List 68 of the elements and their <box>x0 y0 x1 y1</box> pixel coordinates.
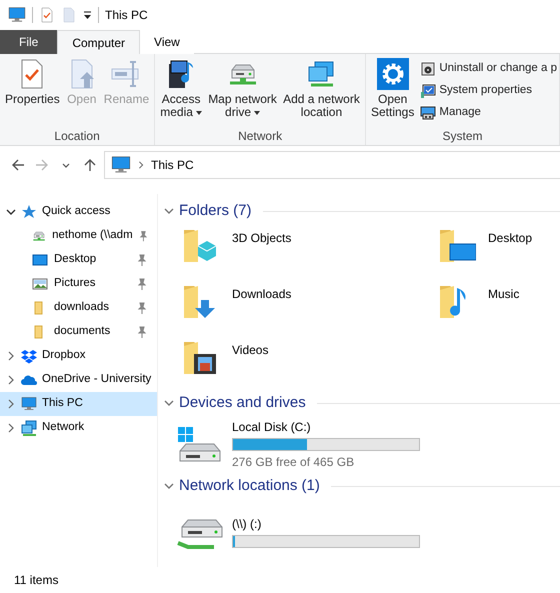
chevron-icon <box>137 160 145 170</box>
image-icon <box>32 276 48 292</box>
drive-item[interactable]: Local Disk (C:) 276 GB free of 465 GB <box>164 414 560 475</box>
folder-item[interactable]: Music <box>436 278 560 334</box>
sidebar-item[interactable]: Quick access <box>0 200 157 224</box>
up-arrow-icon <box>83 158 97 172</box>
file-menu-button[interactable]: File <box>0 30 58 54</box>
computer-icon <box>21 396 37 412</box>
section-header[interactable]: Network locations (1) <box>164 475 560 497</box>
folder-item[interactable]: Downloads <box>180 278 436 334</box>
ribbon-button[interactable]: Map network drive <box>205 58 280 127</box>
network-icon <box>21 420 37 436</box>
sidebar-item[interactable]: Dropbox <box>0 344 157 368</box>
expand-chevron-icon <box>6 351 16 361</box>
expand-chevron-icon <box>6 375 16 385</box>
box-icon <box>21 348 37 364</box>
ribbon-button[interactable]: Open Settings <box>368 58 418 127</box>
forward-arrow-icon <box>35 158 49 172</box>
pin-icon <box>137 302 147 314</box>
customize-dropdown-icon <box>83 10 92 20</box>
sidebar-item[interactable]: nethome (\\adm <box>0 224 157 248</box>
pin-icon <box>137 254 147 266</box>
collapse-chevron-icon <box>164 398 174 408</box>
document-check-icon <box>39 7 55 23</box>
ribbon-button[interactable]: Properties <box>2 58 63 127</box>
sidebar-item[interactable]: Desktop <box>0 248 157 272</box>
computer-icon <box>8 6 26 24</box>
status-text: 11 items <box>14 572 58 589</box>
star-icon <box>21 204 37 220</box>
ribbon-button[interactable]: Access media <box>157 58 205 127</box>
collapse-chevron-icon <box>6 207 16 217</box>
group-label: Location <box>53 128 101 143</box>
folder-item[interactable]: 3D Objects <box>180 222 436 278</box>
ribbon-tab[interactable]: Computer <box>57 30 140 55</box>
sidebar-item[interactable]: downloads <box>0 296 157 320</box>
sidebar-item[interactable]: documents <box>0 320 157 344</box>
section-header[interactable]: Devices and drives <box>164 392 560 414</box>
expand-chevron-icon <box>6 399 16 409</box>
folder-item[interactable]: Desktop <box>436 222 560 278</box>
ribbon-button[interactable]: System properties <box>420 80 557 102</box>
disc-box-icon <box>420 61 436 77</box>
computer-management-icon <box>420 105 436 121</box>
settings-icon <box>376 58 409 90</box>
sidebar-item[interactable]: OneDrive - University <box>0 368 157 392</box>
expand-chevron-icon <box>6 423 16 433</box>
pin-icon <box>137 326 147 338</box>
computer-icon <box>111 155 131 175</box>
window-title: This PC <box>105 7 148 24</box>
address-bar[interactable]: This PC <box>104 151 560 179</box>
monitor-check-icon <box>420 83 436 99</box>
pin-icon <box>137 278 147 290</box>
section-header[interactable]: Folders (7) <box>164 200 560 222</box>
folder-item[interactable]: Videos <box>180 334 436 390</box>
monitor-icon <box>32 252 48 268</box>
ribbon-button[interactable]: Uninstall or change a p <box>420 58 557 80</box>
ribbon-button[interactable]: Add a network location <box>280 58 363 127</box>
document-icon <box>61 7 77 23</box>
back-arrow-icon <box>11 158 25 172</box>
group-label: System <box>441 128 484 143</box>
drive-item[interactable]: (\\) (:) <box>164 497 560 555</box>
collapse-chevron-icon <box>164 481 174 491</box>
pin-icon <box>138 230 148 242</box>
sidebar-item[interactable]: Network <box>0 416 157 440</box>
group-label: Network <box>237 128 284 143</box>
sidebar-item[interactable]: This PC <box>0 392 157 416</box>
collapse-chevron-icon <box>164 206 174 216</box>
sidebar-item[interactable]: Pictures <box>0 272 157 296</box>
ribbon-button[interactable]: Manage <box>420 102 557 124</box>
